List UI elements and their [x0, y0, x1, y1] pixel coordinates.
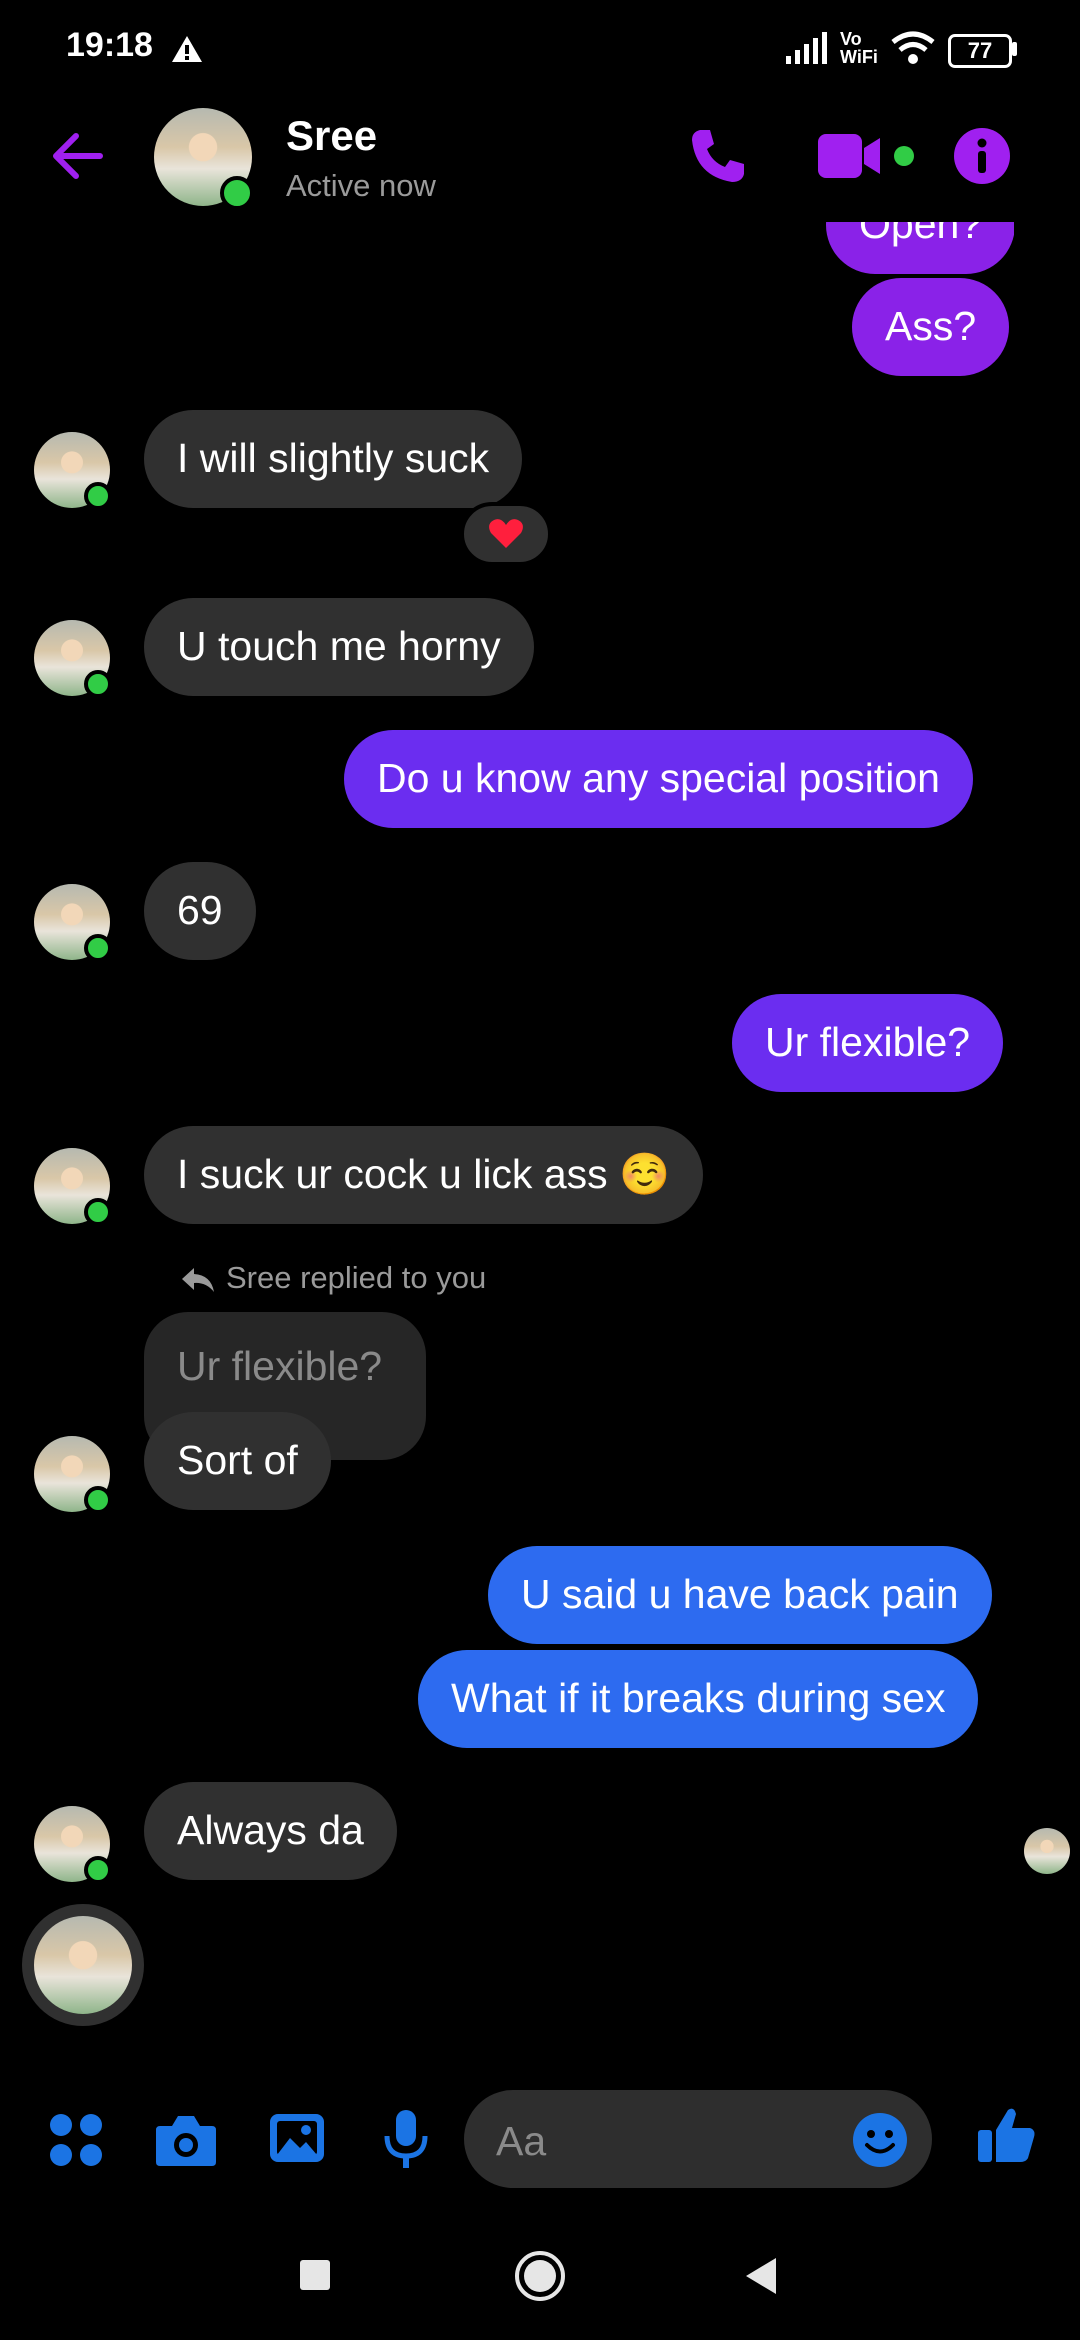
- back-arrow-icon[interactable]: [48, 128, 108, 184]
- status-time: 19:18: [66, 26, 153, 64]
- incoming-message[interactable]: Sort of: [144, 1412, 331, 1510]
- back-nav-button[interactable]: [744, 2256, 778, 2296]
- info-icon[interactable]: [952, 126, 1012, 186]
- online-indicator: [84, 482, 112, 510]
- contact-name[interactable]: Sree: [286, 112, 377, 160]
- heart-icon: [489, 519, 523, 548]
- outgoing-message[interactable]: U said u have back pain: [488, 1546, 992, 1644]
- recent-apps-button[interactable]: [300, 2260, 330, 2290]
- active-status: Active now: [286, 168, 436, 203]
- outgoing-message[interactable]: Ur flexible?: [732, 994, 1004, 1092]
- header-online-indicator: [220, 176, 254, 210]
- reply-arrow-icon: [182, 1268, 214, 1292]
- outgoing-message[interactable]: Ass?: [852, 278, 1010, 376]
- incoming-message[interactable]: I will slightly suck: [144, 410, 523, 508]
- online-indicator: [84, 934, 112, 962]
- online-indicator: [84, 1856, 112, 1884]
- heart-reaction[interactable]: [460, 502, 552, 566]
- online-indicator: [84, 1198, 112, 1226]
- wifi-icon: [891, 31, 935, 64]
- incoming-message[interactable]: I suck ur cock u lick ass ☺️: [144, 1126, 704, 1224]
- signal-icon: [786, 32, 827, 64]
- apps-grid-icon[interactable]: [48, 2112, 104, 2168]
- home-button[interactable]: [514, 2250, 566, 2302]
- incoming-message[interactable]: Always da: [144, 1782, 397, 1880]
- message-clip: Open?: [826, 222, 1014, 274]
- battery-tip: [1012, 42, 1017, 56]
- microphone-icon[interactable]: [382, 2108, 430, 2172]
- outgoing-message[interactable]: What if it breaks during sex: [418, 1650, 979, 1748]
- camera-icon[interactable]: [154, 2112, 218, 2168]
- battery-level: 77: [967, 38, 993, 63]
- typing-avatar: [34, 1916, 132, 2014]
- online-indicator: [84, 670, 112, 698]
- incoming-message[interactable]: U touch me horny: [144, 598, 534, 696]
- emoji-icon[interactable]: [852, 2112, 908, 2168]
- seen-indicator-avatar: [1024, 1828, 1070, 1874]
- video-call-icon[interactable]: [816, 128, 916, 184]
- message-input-placeholder[interactable]: Aa: [496, 2118, 546, 2165]
- phone-call-icon[interactable]: [688, 126, 748, 186]
- outgoing-message[interactable]: Do u know any special position: [344, 730, 973, 828]
- warning-icon: [172, 36, 202, 62]
- reply-note: Sree replied to you: [226, 1260, 487, 1295]
- battery-indicator: 77: [948, 34, 1012, 68]
- incoming-message[interactable]: 69: [144, 862, 256, 960]
- gallery-icon[interactable]: [268, 2110, 326, 2166]
- online-indicator: [84, 1486, 112, 1514]
- like-thumbs-up-icon[interactable]: [976, 2104, 1038, 2166]
- vowifi-icon: Vo WiFi: [840, 29, 878, 67]
- outgoing-message[interactable]: Open?: [826, 222, 1014, 274]
